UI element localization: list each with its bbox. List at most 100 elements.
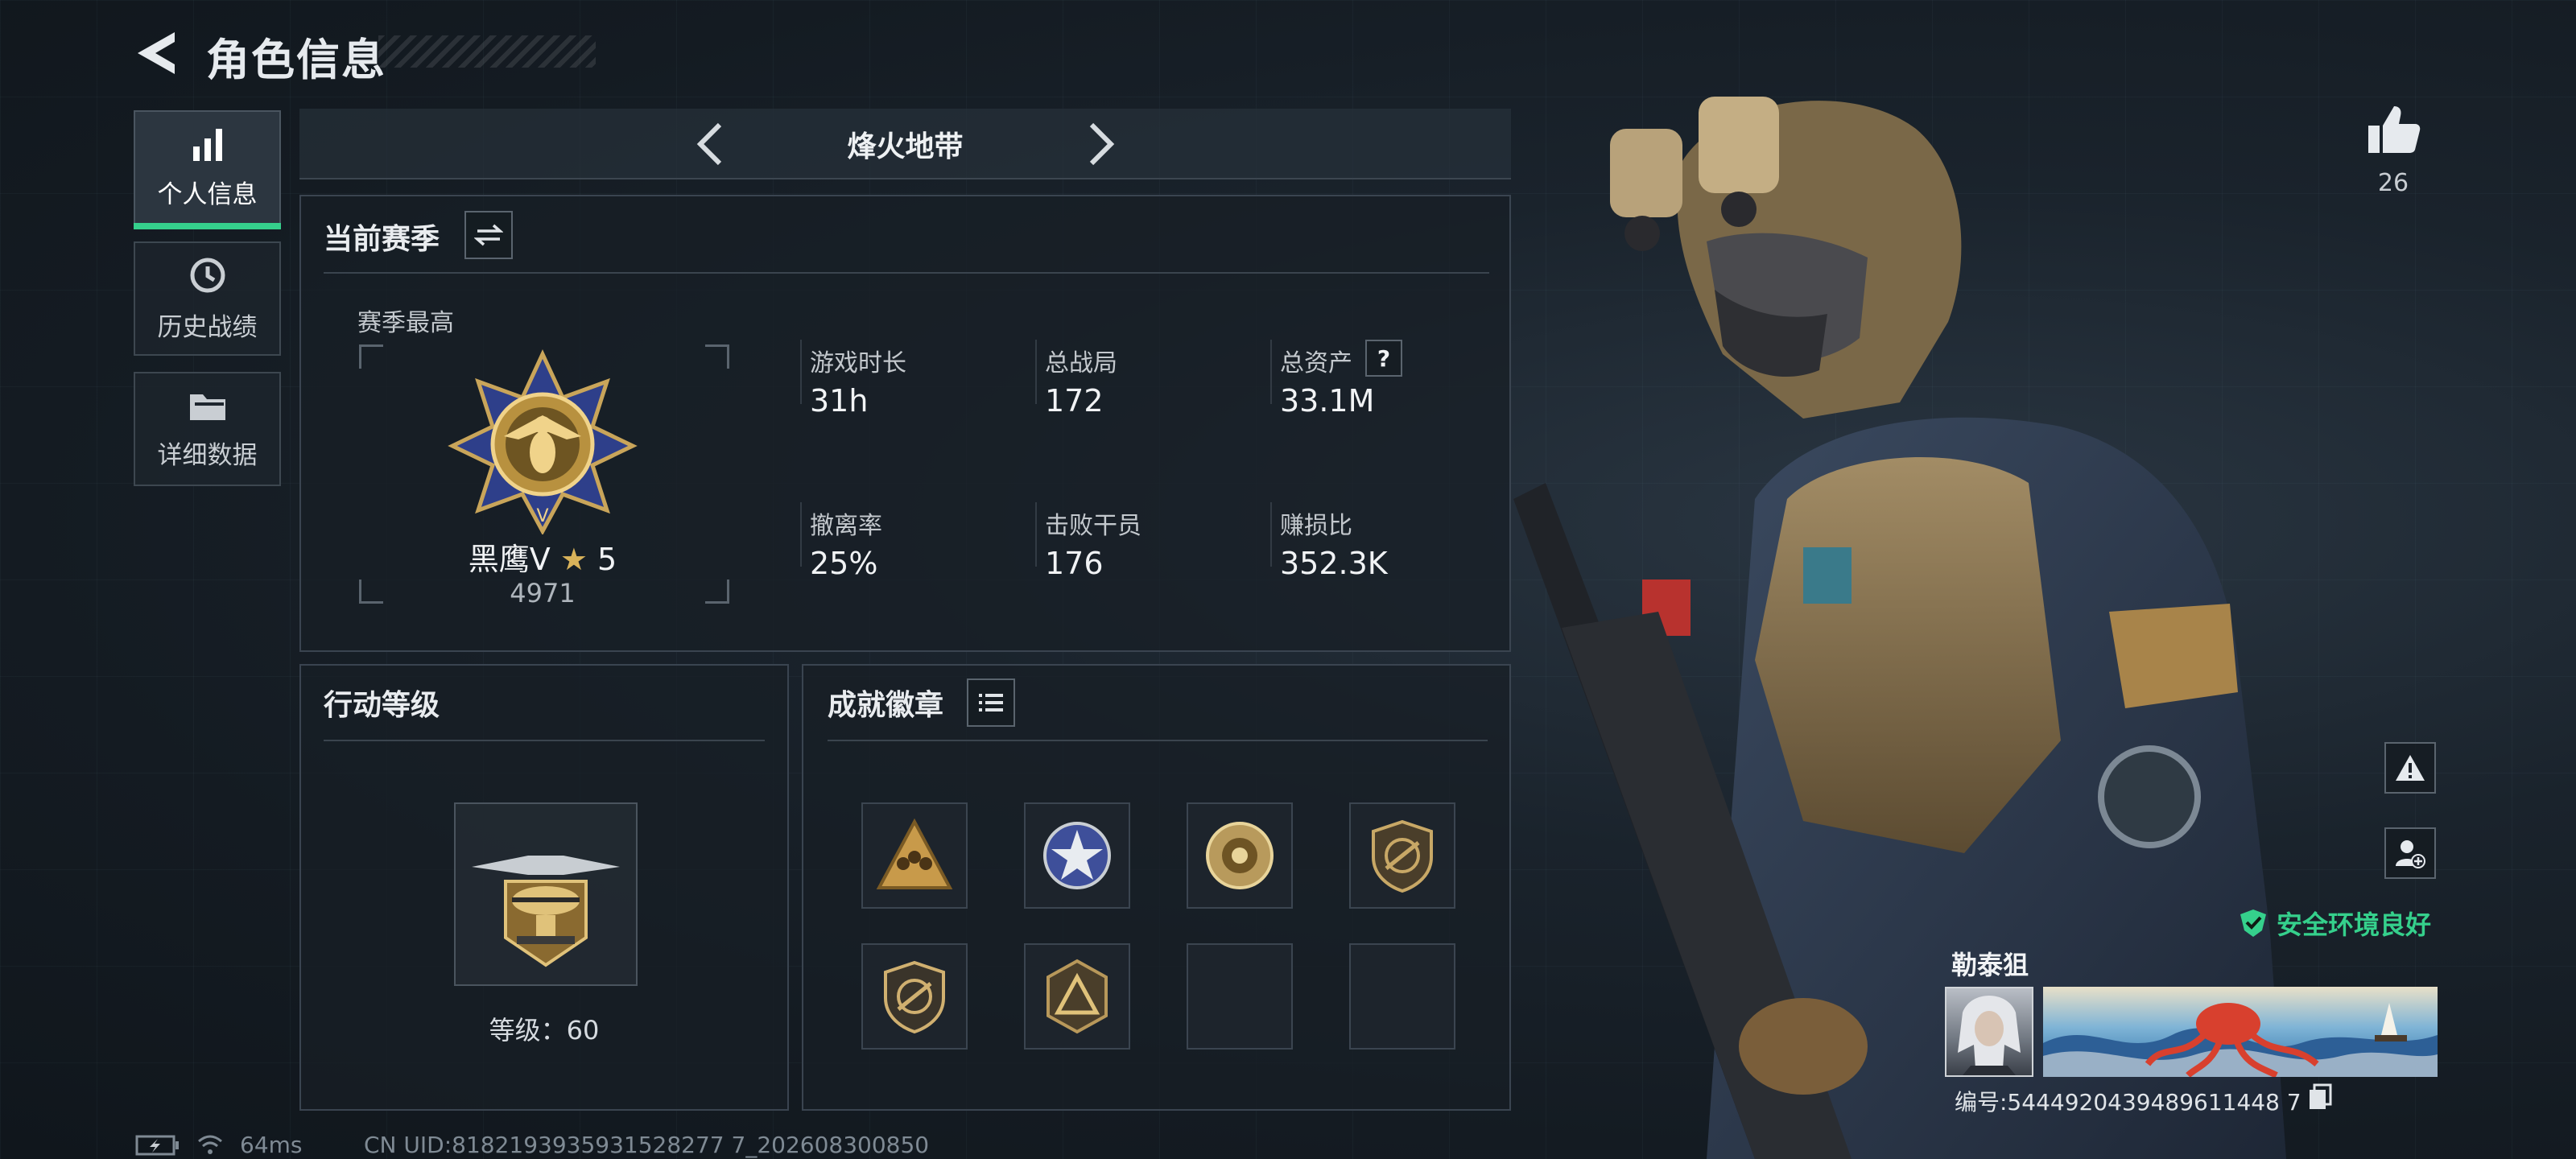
copy-id-button[interactable]: [2307, 1083, 2333, 1114]
nav-label: 个人信息: [157, 179, 258, 209]
stat-value: 25%: [810, 546, 878, 581]
player-avatar[interactable]: [1945, 987, 2033, 1077]
player-id: 编号:5444920439489611448 7: [1955, 1089, 2301, 1116]
nav-label: 详细数据: [157, 440, 258, 470]
empty-badge-slot: [1187, 943, 1293, 1050]
ping-text: 64ms: [240, 1132, 303, 1158]
achievements-list-button[interactable]: [967, 678, 1015, 727]
uid-text: CN UID:8182193935931528277 7_20260830085…: [364, 1132, 930, 1158]
environment-status-text: 安全环境良好: [2277, 909, 2432, 940]
badge-slot[interactable]: [1187, 802, 1293, 909]
player-banner: [2043, 987, 2438, 1077]
next-mode-button[interactable]: [1074, 118, 1125, 170]
warning-icon: [2396, 755, 2425, 781]
title-decoration: [378, 35, 596, 68]
switch-season-button[interactable]: [464, 211, 513, 259]
environment-status: 安全环境良好: [2238, 905, 2431, 942]
rank-name: 黑鹰Ⅴ: [468, 542, 551, 577]
stat-label: 总战局: [1045, 349, 1117, 377]
star-wheel-badge-icon: [1043, 822, 1111, 889]
stat-value: 31h: [810, 383, 869, 419]
copy-icon: [2310, 1083, 2332, 1109]
octopus-wave-banner: [2043, 1003, 2438, 1077]
battery-icon: [135, 1135, 179, 1156]
badge-slot[interactable]: [861, 943, 968, 1050]
player-name: 勒泰狙: [1951, 950, 2029, 980]
shield-check-icon: [2240, 909, 2266, 937]
stat-divider: [1035, 340, 1037, 404]
black-hawk-rank-icon: V: [448, 349, 638, 534]
level-emblem-frame: [454, 802, 638, 986]
stat-divider: [1035, 502, 1037, 567]
action-level-title: 行动等级: [324, 689, 440, 722]
frame-corner: [705, 344, 729, 369]
back-button[interactable]: [133, 29, 178, 77]
stat-divider: [800, 502, 802, 567]
chevron-left-icon: [696, 122, 722, 166]
mode-title: 烽火地带: [847, 130, 964, 163]
svg-text:V: V: [536, 506, 548, 526]
helicopter-level-icon: [472, 856, 620, 967]
add-user-icon: [2396, 840, 2425, 868]
bar-chart-icon: [192, 128, 222, 161]
list-icon: [979, 694, 1003, 711]
ornate-medal-icon: [1206, 822, 1274, 889]
rank-stars: 5: [597, 542, 617, 577]
nav-history[interactable]: 历史战绩: [134, 241, 281, 356]
gun-shield-badge-icon: [1372, 819, 1433, 893]
stat-value: 33.1M: [1280, 383, 1375, 419]
like-button[interactable]: [2365, 103, 2421, 159]
prev-mode-button[interactable]: [686, 118, 737, 170]
folder-icon: [189, 394, 225, 420]
like-count: 26: [2377, 169, 2409, 197]
season-panel: 当前赛季 赛季最高 V 黑鹰Ⅴ ★ 5 4971 游戏时长 31h 总战局 17…: [299, 195, 1511, 652]
soldiers-badge-icon: [876, 818, 953, 889]
chevron-right-icon: [1089, 122, 1115, 166]
asset-help-button[interactable]: ?: [1365, 340, 1402, 377]
level-text: 等级：60: [489, 1015, 600, 1046]
triangle-shield-badge-icon: [1046, 959, 1108, 1034]
badge-slot[interactable]: [861, 802, 968, 909]
achievements-panel: 成就徽章: [802, 664, 1511, 1111]
stat-divider: [1270, 340, 1272, 404]
rank-line: 黑鹰Ⅴ ★ 5: [382, 534, 704, 579]
add-friend-button[interactable]: [2384, 827, 2436, 879]
season-title: 当前赛季: [324, 223, 440, 256]
avatar-portrait-icon: [1958, 996, 2021, 1075]
badge-slot[interactable]: [1349, 802, 1455, 909]
nav-detailed-data[interactable]: 详细数据: [134, 372, 281, 486]
stat-value: 176: [1045, 546, 1104, 581]
gun-shield-badge-2-icon: [884, 960, 945, 1034]
mode-selector: 烽火地带: [299, 109, 1511, 179]
stat-label: 赚损比: [1280, 512, 1352, 540]
nav-label: 历史战绩: [157, 312, 258, 342]
frame-corner: [359, 344, 383, 369]
stat-label: 总资产: [1280, 349, 1352, 377]
frame-corner: [359, 580, 383, 604]
nav-personal-info[interactable]: 个人信息: [134, 110, 281, 229]
stat-value: 352.3K: [1280, 546, 1388, 581]
stat-label: 击败干员: [1045, 512, 1141, 540]
achievements-title: 成就徽章: [828, 689, 944, 722]
stat-divider: [800, 340, 802, 404]
history-clock-icon: [190, 258, 225, 292]
empty-badge-slot: [1349, 943, 1455, 1050]
page-title: 角色信息: [206, 35, 386, 85]
star-icon: ★: [559, 542, 588, 577]
swap-arrows-icon: [474, 224, 503, 246]
divider: [828, 740, 1488, 741]
thumbs-up-icon: [2368, 106, 2421, 153]
stat-label: 游戏时长: [810, 349, 906, 377]
stat-label: 撤离率: [810, 512, 882, 540]
back-arrow-icon: [138, 32, 175, 74]
stat-divider: [1270, 502, 1272, 567]
season-best-label: 赛季最高: [357, 309, 454, 337]
rank-points: 4971: [510, 578, 576, 608]
badge-slot[interactable]: [1024, 802, 1130, 909]
divider: [324, 740, 765, 741]
frame-corner: [705, 580, 729, 604]
action-level-panel: 行动等级 等级：60: [299, 664, 789, 1111]
report-button[interactable]: [2384, 742, 2436, 794]
stat-value: 172: [1045, 383, 1104, 419]
badge-slot[interactable]: [1024, 943, 1130, 1050]
